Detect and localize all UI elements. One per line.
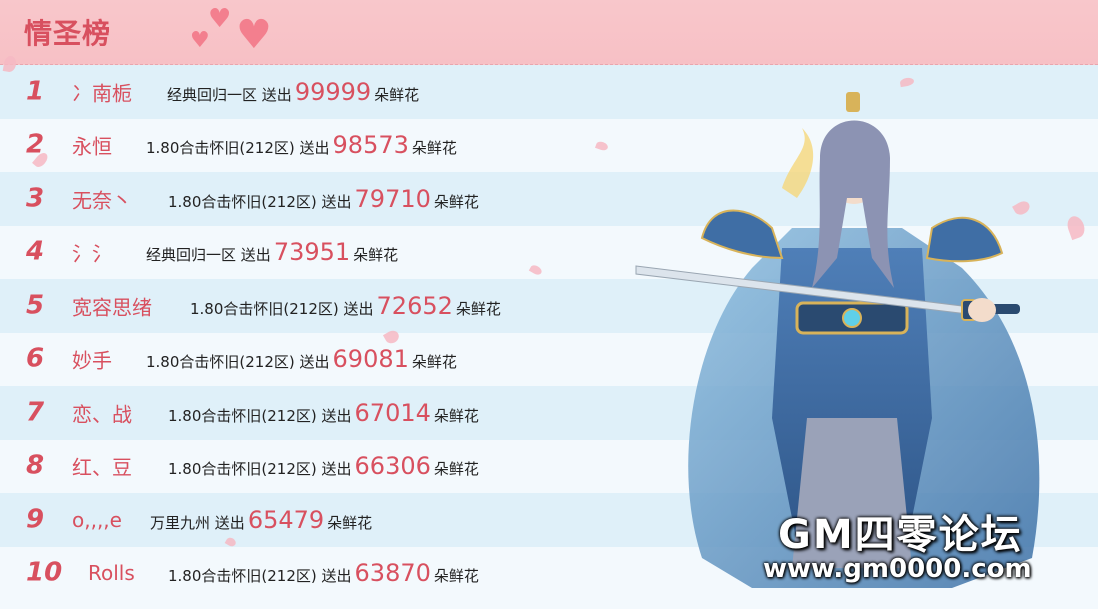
flower-count: 66306 bbox=[354, 452, 431, 481]
rank-number: 9 bbox=[26, 504, 45, 535]
flower-count: 72652 bbox=[376, 291, 453, 320]
flower-count: 69081 bbox=[332, 345, 409, 374]
sent-label: 送出 bbox=[321, 460, 352, 479]
flower-count: 63870 bbox=[354, 559, 431, 588]
rank-number: 1 bbox=[26, 76, 45, 107]
rank-number: 8 bbox=[26, 450, 45, 481]
server-name: 万里九州 bbox=[150, 513, 211, 532]
rank-number: 6 bbox=[26, 343, 45, 374]
sent-label: 送出 bbox=[214, 513, 245, 532]
server-name: 1.80合击怀旧(212区) bbox=[168, 460, 317, 479]
flower-count: 65479 bbox=[247, 505, 325, 534]
flower-count: 98573 bbox=[332, 131, 409, 160]
rank-number: 4 bbox=[26, 236, 45, 267]
flower-count: 79710 bbox=[354, 184, 431, 213]
unit-label: 朵鲜花 bbox=[327, 513, 373, 532]
player-name: o,,,,e bbox=[72, 507, 122, 532]
player-name: 氵氵 bbox=[72, 241, 112, 266]
unit-label: 朵鲜花 bbox=[433, 192, 479, 211]
rank-number: 10 bbox=[26, 557, 63, 588]
heart-icon: ♥ bbox=[236, 12, 272, 58]
player-name: Rolls bbox=[88, 561, 135, 586]
header-banner: 情圣榜 ♥ ♥ ♥ bbox=[0, 0, 1098, 65]
server-name: 1.80合击怀旧(212区) bbox=[146, 353, 295, 372]
rank-number: 7 bbox=[26, 397, 45, 428]
unit-label: 朵鲜花 bbox=[433, 567, 479, 586]
unit-label: 朵鲜花 bbox=[411, 139, 457, 158]
sent-label: 送出 bbox=[321, 567, 352, 586]
sent-label: 送出 bbox=[321, 192, 352, 211]
watermark-url: www.gm0000.com bbox=[763, 554, 1032, 584]
unit-label: 朵鲜花 bbox=[433, 460, 479, 479]
flower-count: 73951 bbox=[273, 238, 351, 267]
player-name: 无奈丶 bbox=[72, 188, 132, 213]
sent-label: 送出 bbox=[261, 85, 292, 104]
watermark-title: GM四零论坛 bbox=[778, 512, 1023, 558]
server-name: 1.80合击怀旧(212区) bbox=[146, 139, 295, 158]
player-name: 宽容思绪 bbox=[72, 295, 152, 320]
sent-label: 送出 bbox=[240, 246, 271, 265]
server-name: 经典回归一区 bbox=[146, 246, 237, 265]
rank-number: 5 bbox=[26, 290, 45, 321]
sent-label: 送出 bbox=[343, 299, 374, 318]
heart-icon: ♥ bbox=[208, 4, 232, 34]
unit-label: 朵鲜花 bbox=[353, 246, 399, 265]
unit-label: 朵鲜花 bbox=[455, 299, 501, 318]
rank-number: 3 bbox=[26, 183, 45, 214]
server-name: 1.80合击怀旧(212区) bbox=[190, 299, 339, 318]
player-name: 妙手 bbox=[72, 348, 112, 373]
player-name: 红、豆 bbox=[72, 455, 132, 480]
unit-label: 朵鲜花 bbox=[374, 85, 420, 104]
server-name: 1.80合击怀旧(212区) bbox=[168, 406, 317, 425]
flower-count: 67014 bbox=[354, 398, 431, 427]
heart-icon: ♥ bbox=[190, 28, 210, 53]
sent-label: 送出 bbox=[299, 139, 330, 158]
player-name: 恋、战 bbox=[72, 402, 132, 427]
page-title: 情圣榜 bbox=[24, 17, 112, 50]
unit-label: 朵鲜花 bbox=[433, 406, 479, 425]
player-name: 冫南栀 bbox=[72, 81, 132, 106]
flower-count: 99999 bbox=[294, 77, 372, 106]
player-name: 永恒 bbox=[72, 134, 112, 159]
server-name: 经典回归一区 bbox=[167, 85, 258, 104]
unit-label: 朵鲜花 bbox=[411, 353, 457, 372]
sent-label: 送出 bbox=[321, 406, 352, 425]
sent-label: 送出 bbox=[299, 353, 330, 372]
server-name: 1.80合击怀旧(212区) bbox=[168, 567, 317, 586]
server-name: 1.80合击怀旧(212区) bbox=[168, 192, 317, 211]
